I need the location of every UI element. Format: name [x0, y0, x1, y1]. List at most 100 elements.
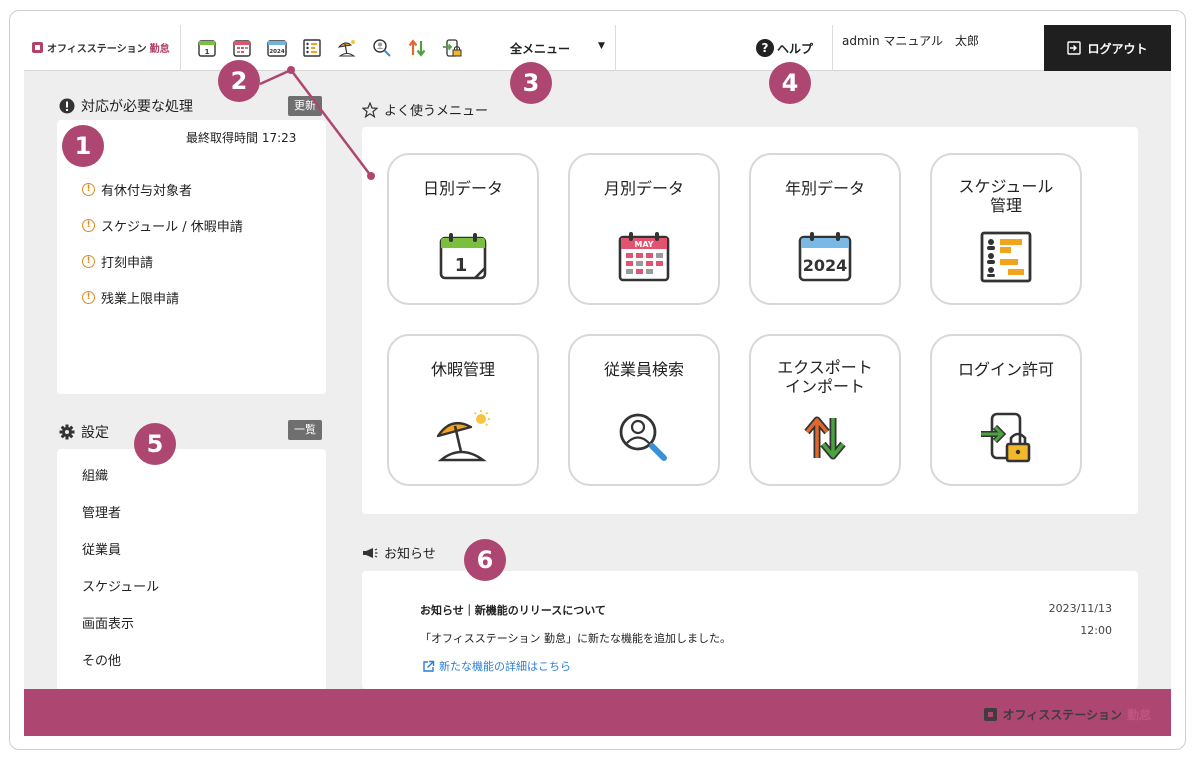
annotation-badge-1: 1: [62, 125, 104, 167]
logo-mark-icon: [984, 708, 998, 721]
pending-item-label: 有休付与対象者: [101, 183, 193, 199]
last-fetched-time: 最終取得時間 17:23: [186, 131, 297, 145]
question-icon: ?: [756, 39, 774, 57]
pending-item-label: スケジュール / 休暇申請: [101, 219, 243, 235]
monthly-calendar-icon: MAY: [616, 229, 672, 285]
daily-data-icon[interactable]: 1: [196, 37, 218, 59]
settings-list-button[interactable]: 一覧: [288, 420, 322, 440]
megaphone-icon: [362, 545, 378, 561]
header-divider: [615, 25, 616, 71]
header-divider: [180, 25, 181, 71]
beach-umbrella-icon: [435, 410, 491, 466]
person-search-icon: [616, 410, 672, 466]
help-button[interactable]: ? ヘルプ: [756, 39, 813, 57]
tile-employee-search[interactable]: 従業員検索: [568, 334, 720, 486]
footer-logo: オフィスステーション 勤怠: [984, 706, 1151, 723]
warning-icon: !: [82, 290, 95, 304]
vacation-icon[interactable]: [336, 37, 358, 59]
tile-label: 日別データ: [422, 178, 503, 198]
tile-yearly-data[interactable]: 年別データ 2024: [749, 153, 901, 305]
logout-button[interactable]: ログアウト: [1044, 25, 1171, 71]
settings-item[interactable]: 画面表示: [82, 613, 159, 650]
login-permission-icon[interactable]: [441, 37, 463, 59]
pending-item[interactable]: ! 残業上限申請: [82, 279, 243, 315]
settings-item[interactable]: 従業員: [82, 539, 159, 576]
warning-icon: !: [82, 218, 95, 232]
tile-label: 休暇管理: [430, 359, 495, 379]
quick-menu-icons: 1 2024: [196, 37, 463, 59]
notice-heading: お知らせ: [362, 543, 436, 562]
notice-item-body: 「オフィスステーション 勤怠」に新たな機能を追加しました。: [420, 632, 732, 645]
notice-link-label: 新たな機能の詳細はこちら: [439, 660, 571, 673]
logout-label: ログアウト: [1087, 41, 1148, 56]
tile-label: エクスポート インポート: [777, 358, 873, 396]
pending-item[interactable]: ! 有休付与対象者: [82, 171, 243, 207]
warning-icon: !: [82, 254, 95, 268]
pending-item[interactable]: ! 打刻申請: [82, 243, 243, 279]
svg-text:2024: 2024: [269, 49, 284, 55]
month-text: MAY: [634, 240, 653, 249]
settings-item[interactable]: その他: [82, 650, 159, 687]
pending-title: 対応が必要な処理: [81, 99, 193, 115]
notice-detail-link[interactable]: 新たな機能の詳細はこちら: [422, 658, 571, 674]
brand-logo[interactable]: オフィスステーション 勤怠: [32, 40, 170, 55]
logo-mark-icon: [32, 42, 43, 53]
settings-item[interactable]: スケジュール: [82, 576, 159, 613]
user-name: admin マニュアル 太郎: [842, 34, 980, 48]
tile-schedule[interactable]: スケジュール 管理: [930, 153, 1082, 305]
tile-daily-data[interactable]: 日別データ 1: [387, 153, 539, 305]
gear-icon: [59, 424, 75, 440]
header-divider: [832, 25, 833, 71]
settings-title: 設定: [81, 425, 109, 441]
settings-item[interactable]: 組織: [82, 465, 159, 502]
refresh-button[interactable]: 更新: [288, 96, 322, 116]
star-icon: [362, 101, 378, 118]
year-text: 2024: [803, 256, 848, 275]
annotation-badge-3: 3: [510, 62, 552, 104]
notice-date: 2023/11/13: [1048, 602, 1112, 615]
annotation-badge-4: 4: [769, 62, 811, 104]
up-down-arrows-icon: [797, 410, 853, 466]
all-menu-dropdown[interactable]: 全メニュー: [510, 40, 570, 57]
tile-label: ログイン許可: [957, 359, 1054, 379]
footer-brand-product: 勤怠: [1126, 708, 1151, 722]
pending-item-label: 残業上限申請: [101, 291, 180, 307]
warning-icon: !: [82, 182, 95, 196]
notice-item-title[interactable]: お知らせ｜新機能のリリースについて: [420, 602, 606, 618]
svg-text:1: 1: [205, 48, 210, 56]
header-bar: オフィスステーション 勤怠 1 2024 全メニュー ▼ ? ヘルプ admin…: [24, 25, 1171, 71]
footer-bar: オフィスステーション 勤怠: [24, 689, 1171, 736]
tile-login-permission[interactable]: ログイン許可: [930, 334, 1082, 486]
app-window: オフィスステーション 勤怠 1 2024 全メニュー ▼ ? ヘルプ admin…: [24, 25, 1171, 736]
logout-icon: [1067, 41, 1082, 55]
favorites-title: よく使うメニュー: [384, 104, 489, 119]
annotation-badge-5: 5: [134, 423, 176, 465]
brand-name: オフィスステーション: [47, 44, 147, 55]
favorites-grid: 日別データ 1 月別データ MAY 年別データ 2024 スケジュール 管理 休…: [387, 153, 1082, 486]
footer-brand-name: オフィスステーション: [1002, 708, 1122, 722]
login-lock-icon: [978, 410, 1034, 466]
tile-export-import[interactable]: エクスポート インポート: [749, 334, 901, 486]
chevron-down-icon[interactable]: ▼: [598, 41, 605, 51]
export-import-icon[interactable]: [406, 37, 428, 59]
tile-monthly-data[interactable]: 月別データ MAY: [568, 153, 720, 305]
employee-search-icon[interactable]: [371, 37, 393, 59]
settings-item[interactable]: 管理者: [82, 502, 159, 539]
tile-label: スケジュール 管理: [958, 177, 1054, 215]
notice-time: 12:00: [1080, 624, 1112, 637]
yearly-calendar-icon: 2024: [797, 229, 853, 285]
pending-heading: 対応が必要な処理: [59, 96, 193, 116]
exclamation-circle-icon: [59, 98, 75, 114]
settings-heading: 設定: [59, 422, 109, 442]
pending-item[interactable]: ! スケジュール / 休暇申請: [82, 207, 243, 243]
schedule-chart-icon: [978, 229, 1034, 285]
yearly-data-icon[interactable]: 2024: [266, 37, 288, 59]
schedule-icon[interactable]: [301, 37, 323, 59]
tile-vacation[interactable]: 休暇管理: [387, 334, 539, 486]
favorites-heading: よく使うメニュー: [362, 100, 488, 119]
monthly-data-icon[interactable]: [231, 37, 253, 59]
notice-title: お知らせ: [384, 547, 436, 562]
external-link-icon: [423, 660, 435, 672]
tile-label: 従業員検索: [603, 359, 684, 379]
help-label: ヘルプ: [777, 41, 814, 56]
